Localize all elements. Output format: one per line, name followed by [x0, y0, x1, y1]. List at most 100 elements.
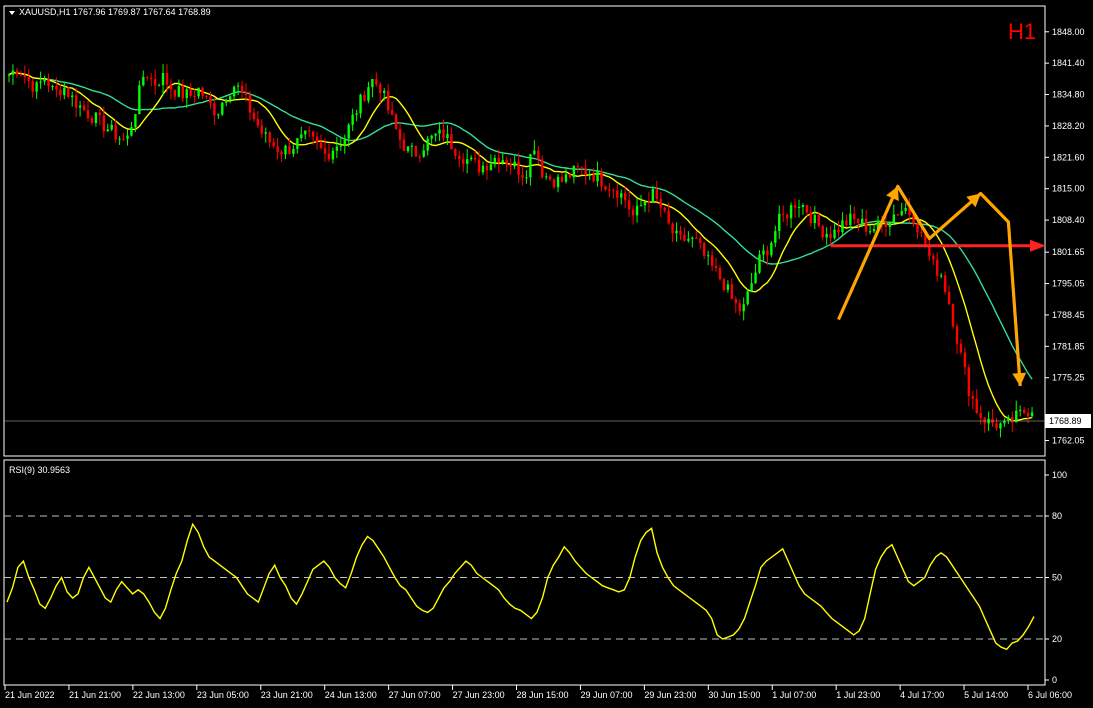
time-tick-label: 27 Jun 07:00 — [389, 690, 441, 700]
candle-body — [27, 77, 30, 81]
candle-body — [252, 112, 256, 120]
candle-body — [426, 138, 429, 151]
candle-body — [300, 134, 303, 139]
candle-body — [51, 85, 54, 87]
candle-body — [714, 265, 718, 269]
candle-body — [217, 114, 220, 116]
candle-body — [955, 326, 959, 344]
candle-body — [387, 90, 390, 111]
candle-body — [892, 214, 895, 223]
time-tick-label: 24 Jun 13:00 — [325, 690, 377, 700]
candle-body — [533, 150, 536, 155]
rsi-tick-label: 20 — [1052, 634, 1062, 644]
candle-body — [588, 174, 591, 176]
candle-body — [90, 117, 94, 123]
candle-body — [762, 250, 765, 255]
candle-body — [695, 237, 698, 239]
candle-body — [604, 186, 607, 190]
candle-body — [797, 206, 801, 208]
candle-body — [659, 198, 662, 208]
price-panel[interactable] — [3, 5, 1046, 457]
candle-body — [620, 193, 623, 198]
candle-body — [754, 272, 757, 284]
time-tick-label: 4 Jul 17:00 — [900, 690, 944, 700]
price-tick-label: 1775.25 — [1052, 373, 1085, 383]
candle-body — [473, 157, 477, 160]
candle-body — [335, 146, 339, 151]
candle-body — [232, 86, 236, 97]
candle-body — [47, 79, 50, 87]
candle-body — [872, 229, 876, 232]
candle-body — [157, 85, 161, 87]
candle-body — [746, 291, 749, 305]
candle-body — [118, 138, 121, 140]
candle-body — [853, 213, 856, 219]
candle-body — [181, 85, 184, 99]
candle-body — [647, 201, 651, 203]
candle-body — [11, 70, 15, 75]
candle-body — [789, 205, 793, 219]
candle-body — [932, 255, 935, 260]
candle-body — [710, 255, 714, 266]
price-tick-label: 1828.20 — [1052, 121, 1085, 131]
candle-body — [240, 85, 244, 93]
candle-body — [201, 87, 204, 96]
time-axis: 21 Jun 2022 21 Jun 21:00 22 Jun 13:00 23 Ju… — [4, 685, 1072, 700]
candle-body — [315, 136, 319, 143]
candle-body — [406, 146, 410, 152]
price-tick-label: 1808.40 — [1052, 215, 1085, 225]
candle-body — [292, 148, 295, 154]
candle-body — [264, 132, 267, 134]
candle-body — [548, 176, 552, 180]
time-tick-label: 28 Jun 15:00 — [517, 690, 569, 700]
candle-body — [185, 89, 188, 99]
candle-body — [363, 94, 366, 101]
candle-body — [631, 209, 635, 216]
candle-body — [687, 238, 690, 241]
candle-body — [608, 189, 611, 191]
chart-canvas[interactable]: 1848.00 1841.40 1834.80 1828.20 1821.60 1815.… — [0, 0, 1093, 708]
candle-body — [663, 207, 666, 211]
candle-body — [126, 135, 129, 139]
candle-body — [367, 87, 370, 101]
price-tick-label: 1801.65 — [1052, 247, 1085, 257]
candle-body — [454, 149, 457, 156]
rsi-panel[interactable] — [3, 459, 1046, 686]
candle-body — [276, 146, 279, 152]
candle-body — [560, 176, 564, 182]
candle-body — [600, 171, 603, 187]
candle-body — [782, 213, 785, 215]
rsi-tick-label: 50 — [1052, 573, 1062, 583]
candle-body — [505, 160, 508, 165]
candle-body — [43, 79, 46, 82]
candle-body — [331, 150, 335, 160]
candle-body — [817, 215, 820, 226]
candle-body — [319, 142, 323, 149]
candle-body — [857, 218, 860, 224]
candle-body — [236, 85, 240, 87]
rsi-tick-label: 100 — [1052, 470, 1067, 480]
candle-body — [82, 105, 86, 111]
candle-body — [675, 230, 678, 234]
candle-body — [1022, 409, 1026, 414]
candle-body — [189, 89, 192, 96]
candle-body — [98, 112, 102, 116]
candle-body — [383, 90, 386, 94]
candle-body — [138, 85, 141, 115]
candle-body — [928, 246, 931, 256]
candle-body — [272, 142, 275, 147]
candle-body — [343, 138, 346, 146]
candle-body — [153, 79, 157, 86]
candle-body — [308, 130, 311, 132]
candle-body — [114, 124, 117, 140]
candle-body — [734, 298, 737, 304]
candle-body — [450, 134, 453, 150]
candle-body — [940, 275, 943, 277]
candle-body — [513, 161, 516, 167]
candle-body — [173, 89, 177, 97]
candle-body — [371, 79, 374, 88]
candle-body — [766, 250, 769, 256]
rsi-tick-label: 0 — [1052, 675, 1057, 685]
candle-body — [841, 220, 844, 233]
candle-body — [351, 114, 354, 125]
